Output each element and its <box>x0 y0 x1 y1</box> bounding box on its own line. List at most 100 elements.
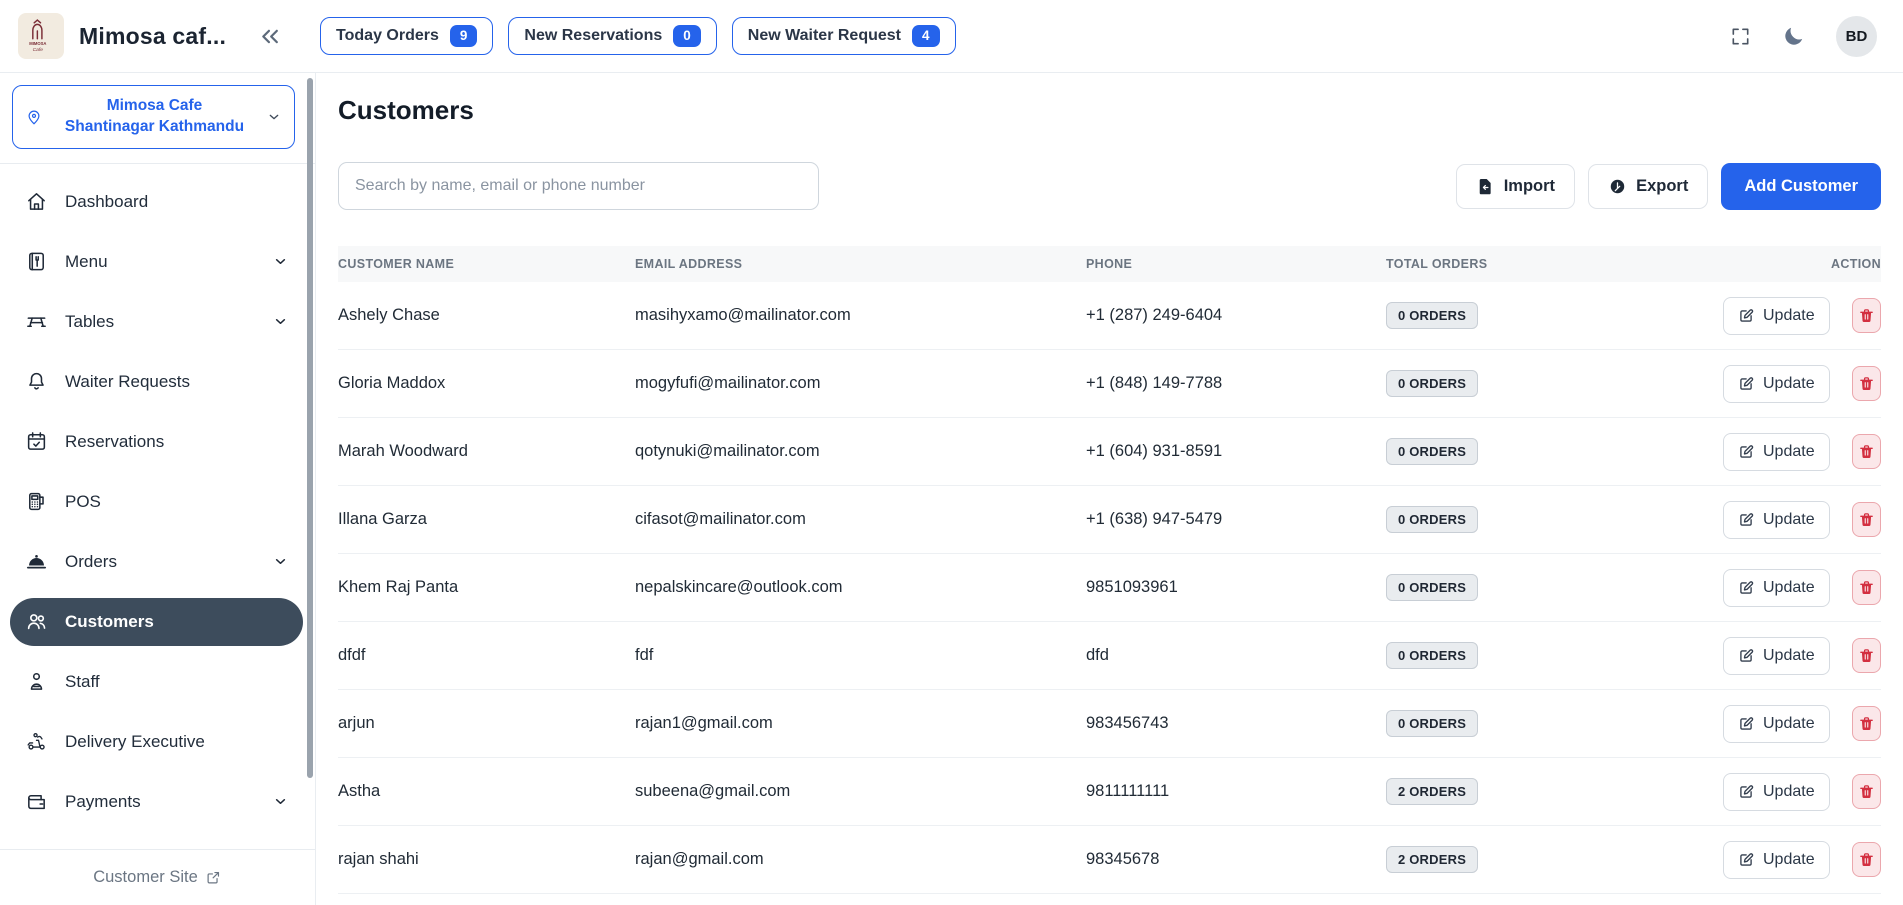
cloche-icon <box>24 550 48 573</box>
sidebar-item-payments[interactable]: Payments <box>10 778 303 826</box>
delete-button[interactable] <box>1852 434 1881 469</box>
delete-button[interactable] <box>1852 502 1881 537</box>
calendar-check-icon <box>24 430 48 453</box>
update-button[interactable]: Update <box>1723 569 1830 607</box>
delete-button[interactable] <box>1852 570 1881 605</box>
delete-button[interactable] <box>1852 842 1881 877</box>
table-row: dfdf fdf dfd 0 ORDERS Update <box>338 622 1881 690</box>
orders-badge: 2 ORDERS <box>1386 846 1478 873</box>
column-customer-name: CUSTOMER NAME <box>338 257 635 271</box>
quick-button-today-orders[interactable]: Today Orders 9 <box>320 17 493 55</box>
update-button[interactable]: Update <box>1723 433 1830 471</box>
delete-button[interactable] <box>1852 298 1881 333</box>
orders-badge: 0 ORDERS <box>1386 642 1478 669</box>
update-button[interactable]: Update <box>1723 841 1830 879</box>
delete-button[interactable] <box>1852 366 1881 401</box>
home-icon <box>24 190 48 213</box>
quick-button-new-reservations[interactable]: New Reservations 0 <box>508 17 716 55</box>
delete-button[interactable] <box>1852 638 1881 673</box>
pencil-square-icon <box>1738 647 1755 664</box>
update-button[interactable]: Update <box>1723 773 1830 811</box>
trash-icon <box>1858 647 1875 664</box>
user-avatar[interactable]: BD <box>1836 16 1877 57</box>
sidebar-item-menu[interactable]: Menu <box>10 238 303 286</box>
cell-action: Update <box>1723 705 1881 743</box>
chevron-double-left-icon <box>256 23 283 50</box>
cell-email: nepalskincare@outlook.com <box>635 578 1086 597</box>
cell-phone: dfd <box>1086 646 1386 665</box>
count-badge: 4 <box>912 25 940 47</box>
moon-icon <box>1782 24 1806 48</box>
sidebar-item-label: Waiter Requests <box>65 372 289 392</box>
sidebar-item-delivery-executive[interactable]: Delivery Executive <box>10 718 303 766</box>
quick-buttons: Today Orders 9 New Reservations 0 New Wa… <box>320 17 955 55</box>
sidebar-item-orders[interactable]: Orders <box>10 538 303 586</box>
location-pin-icon <box>25 108 43 126</box>
sidebar-collapse-button[interactable] <box>256 23 283 50</box>
menu-book-icon <box>24 250 48 273</box>
sidebar-item-dashboard[interactable]: Dashboard <box>10 178 303 226</box>
cell-email: rajan@gmail.com <box>635 850 1086 869</box>
column-total-orders: TOTAL ORDERS <box>1386 257 1723 271</box>
add-customer-button[interactable]: Add Customer <box>1721 163 1881 210</box>
cell-action: Update <box>1723 569 1881 607</box>
update-button[interactable]: Update <box>1723 501 1830 539</box>
cell-action: Update <box>1723 773 1881 811</box>
update-button-label: Update <box>1763 647 1815 665</box>
main-content: Customers Import <box>316 73 1903 905</box>
wallet-icon <box>24 790 48 813</box>
chevron-down-icon <box>272 313 289 330</box>
cell-customer-name: Illana Garza <box>338 510 635 529</box>
page-title: Customers <box>338 95 1881 126</box>
sidebar-scrollbar[interactable] <box>307 78 313 778</box>
cell-phone: 983456743 <box>1086 714 1386 733</box>
update-button[interactable]: Update <box>1723 637 1830 675</box>
sidebar-item-label: Tables <box>65 312 255 332</box>
fullscreen-button[interactable] <box>1729 25 1752 48</box>
sidebar-item-pos[interactable]: POS <box>10 478 303 526</box>
search-input[interactable] <box>338 162 819 210</box>
cell-customer-name: arjun <box>338 714 635 733</box>
sidebar-item-staff[interactable]: Staff <box>10 658 303 706</box>
trash-icon <box>1858 443 1875 460</box>
pencil-square-icon <box>1738 375 1755 392</box>
quick-button-new-waiter-request[interactable]: New Waiter Request 4 <box>732 17 956 55</box>
cell-email: fdf <box>635 646 1086 665</box>
update-button[interactable]: Update <box>1723 297 1830 335</box>
table-body: Ashely Chase masihyxamo@mailinator.com +… <box>338 282 1881 894</box>
branch-selector[interactable]: Mimosa Cafe Shantinagar Kathmandu <box>12 85 295 149</box>
bell-icon <box>24 370 48 393</box>
sidebar-item-waiter-requests[interactable]: Waiter Requests <box>10 358 303 406</box>
sidebar-item-reservations[interactable]: Reservations <box>10 418 303 466</box>
trash-icon <box>1858 579 1875 596</box>
cell-phone: +1 (604) 931-8591 <box>1086 442 1386 461</box>
svg-text:Cafe: Cafe <box>33 47 44 53</box>
delete-button[interactable] <box>1852 706 1881 741</box>
users-icon <box>24 610 48 633</box>
export-button[interactable]: Export <box>1588 164 1708 209</box>
dark-mode-toggle[interactable] <box>1782 24 1806 48</box>
column-phone: PHONE <box>1086 257 1386 271</box>
update-button[interactable]: Update <box>1723 705 1830 743</box>
table-icon <box>24 310 48 333</box>
cell-customer-name: dfdf <box>338 646 635 665</box>
fullscreen-icon <box>1729 25 1752 48</box>
update-button[interactable]: Update <box>1723 365 1830 403</box>
table-header: CUSTOMER NAME EMAIL ADDRESS PHONE TOTAL … <box>338 246 1881 282</box>
delete-button[interactable] <box>1852 774 1881 809</box>
cell-customer-name: rajan shahi <box>338 850 635 869</box>
count-badge: 9 <box>450 25 478 47</box>
sidebar-item-customers[interactable]: Customers <box>10 598 303 646</box>
sidebar-item-tables[interactable]: Tables <box>10 298 303 346</box>
sidebar-item-label: Delivery Executive <box>65 732 289 752</box>
cell-total-orders: 0 ORDERS <box>1386 438 1723 465</box>
trash-icon <box>1858 375 1875 392</box>
controls-row: Import Export Add Customer <box>338 162 1881 210</box>
cell-total-orders: 0 ORDERS <box>1386 642 1723 669</box>
customer-site-link[interactable]: Customer Site <box>93 868 222 887</box>
pencil-square-icon <box>1738 511 1755 528</box>
quick-button-label: New Waiter Request <box>748 27 901 45</box>
quick-button-label: Today Orders <box>336 27 439 45</box>
import-button[interactable]: Import <box>1456 164 1575 209</box>
table-row: Astha subeena@gmail.com 9811111111 2 ORD… <box>338 758 1881 826</box>
